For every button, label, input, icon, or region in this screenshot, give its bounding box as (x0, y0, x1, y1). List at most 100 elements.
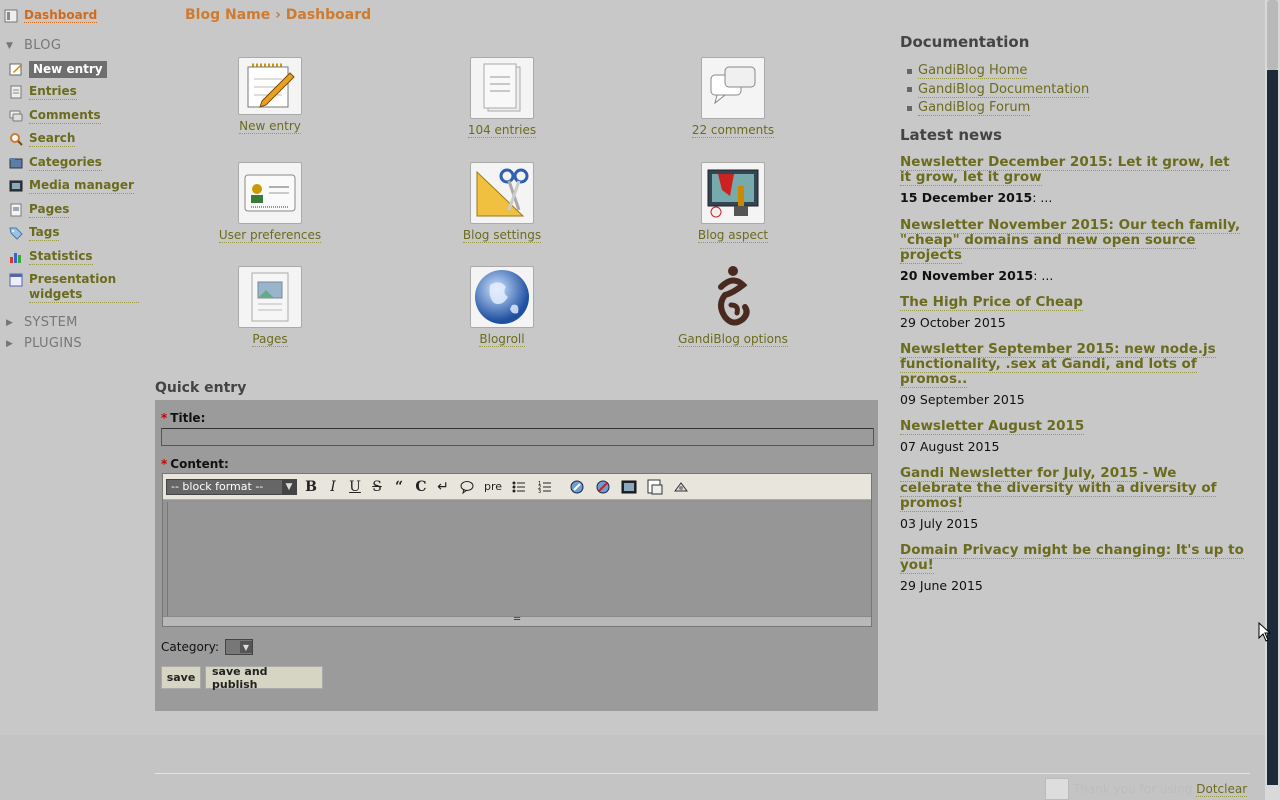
code-button[interactable]: C (413, 479, 429, 495)
media-insert-icon[interactable] (645, 479, 665, 495)
svg-text:3: 3 (538, 489, 541, 494)
strikethrough-button[interactable]: S (369, 479, 385, 495)
news-date: 20 November 2015: ... (900, 268, 1054, 283)
sidebar-item-search[interactable]: Search (9, 131, 76, 147)
unlink-icon[interactable] (593, 479, 613, 495)
dotclear-link[interactable]: Dotclear (1196, 782, 1248, 797)
chevron-down-icon: ▼ (239, 641, 252, 653)
category-select[interactable]: ▼ (224, 639, 253, 655)
sidebar-item-new-entry[interactable]: New entry (9, 61, 107, 78)
notepad-pencil-icon (238, 57, 302, 115)
vertical-scrollbar[interactable] (1265, 0, 1280, 800)
news-date: 15 December 2015: ... (900, 190, 1053, 205)
bulleted-list-icon[interactable] (509, 479, 529, 495)
quote-button[interactable]: “ (391, 479, 407, 495)
news-date: 29 October 2015 (900, 315, 1006, 330)
underline-button[interactable]: U (347, 479, 363, 495)
sidebar-item-categories[interactable]: Categories (9, 155, 102, 171)
bullet-icon (907, 87, 912, 93)
documentation-links: GandiBlog Home GandiBlog Documentation G… (907, 62, 1090, 118)
link-icon[interactable] (567, 479, 587, 495)
news-date: 29 June 2015 (900, 578, 983, 593)
dashboard-entries[interactable]: 104 entries (422, 57, 582, 138)
sidebar-item-entries[interactable]: Entries (9, 84, 77, 100)
news-item: Domain Privacy might be changing: It's u… (900, 542, 1245, 593)
dashboard-gandiblog-options[interactable]: GandiBlog options (653, 266, 813, 347)
sidebar-section-system[interactable]: ▶ SYSTEM (6, 315, 78, 330)
news-link[interactable]: Newsletter December 2015: Let it grow, l… (900, 154, 1230, 186)
dotclear-logo-icon (1045, 778, 1069, 800)
news-link[interactable]: Domain Privacy might be changing: It's u… (900, 542, 1244, 574)
dashboard-user-preferences[interactable]: User preferences (190, 162, 350, 243)
sidebar-item-comments[interactable]: Comments (9, 108, 101, 124)
breadcrumb-blog-name[interactable]: Blog Name (185, 7, 270, 23)
news-item: Gandi Newsletter for July, 2015 - We cel… (900, 465, 1245, 531)
sidebar-dashboard-link[interactable]: Dashboard (4, 8, 98, 23)
category-label: Category: (161, 640, 219, 654)
editor-resize-handle[interactable]: ═ (163, 615, 871, 626)
news-link[interactable]: Newsletter September 2015: new node.js f… (900, 341, 1216, 388)
news-link[interactable]: Gandi Newsletter for July, 2015 - We cel… (900, 465, 1217, 512)
sidebar: Dashboard ▼ BLOG New entry Entries Comme… (0, 0, 150, 740)
sidebar-item-media-manager[interactable]: Media manager (9, 178, 134, 194)
line-break-button[interactable]: ↵ (435, 479, 451, 495)
chevron-down-icon: ▼ (282, 479, 296, 494)
news-link[interactable]: The High Price of Cheap (900, 294, 1083, 311)
scrollbar-thumb[interactable] (1267, 0, 1278, 70)
dashboard-blog-aspect[interactable]: Blog aspect (653, 162, 813, 243)
page-title: Dashboard (285, 7, 372, 23)
scrollbar-track (1267, 70, 1278, 785)
dashboard-blog-settings[interactable]: Blog settings (422, 162, 582, 243)
dashboard-comments[interactable]: 22 comments (653, 57, 813, 138)
news-date: 03 July 2015 (900, 516, 979, 531)
quick-entry-heading: Quick entry (155, 380, 247, 396)
news-item: Newsletter November 2015: Our tech famil… (900, 217, 1245, 283)
news-date: 07 August 2015 (900, 439, 1000, 454)
numbered-list-icon[interactable]: 123 (535, 479, 555, 495)
news-date: 09 September 2015 (900, 392, 1025, 407)
block-format-select[interactable]: -- block format -- ▼ (166, 478, 297, 495)
categories-icon (9, 156, 23, 170)
news-item: Newsletter September 2015: new node.js f… (900, 341, 1245, 407)
triangle-down-icon: ▼ (6, 40, 14, 51)
bullet-icon (907, 68, 912, 74)
sidebar-item-pages[interactable]: Pages (9, 202, 70, 218)
save-button[interactable]: save (161, 666, 201, 689)
triangle-right-icon: ▶ (6, 338, 14, 349)
breadcrumb-separator: › (275, 7, 281, 23)
news-link[interactable]: Newsletter November 2015: Our tech famil… (900, 217, 1241, 264)
dashboard-new-entry[interactable]: New entry (190, 57, 350, 134)
page-image-icon (238, 266, 302, 328)
image-icon[interactable] (619, 479, 639, 495)
cleanup-icon[interactable] (671, 479, 691, 495)
content-editor: -- block format -- ▼ B I U S “ C ↵ pre 1… (162, 473, 872, 627)
sidebar-item-tags[interactable]: Tags (9, 225, 60, 241)
save-and-publish-button[interactable]: save and publish (205, 665, 323, 691)
speech-bubble-icon[interactable] (457, 479, 477, 495)
ruler-scissors-icon (470, 162, 534, 224)
content-label: * Content: (161, 457, 229, 471)
sidebar-section-blog[interactable]: ▼ BLOG (6, 38, 61, 53)
italic-button[interactable]: I (325, 479, 341, 495)
paint-monitor-icon (701, 162, 765, 224)
footer-thanks: Thank you for using (1073, 782, 1193, 796)
footer-divider (155, 773, 1250, 774)
dashboard-pages[interactable]: Pages (190, 266, 350, 347)
news-link[interactable]: Newsletter August 2015 (900, 418, 1085, 435)
doc-link-home[interactable]: GandiBlog Home (918, 63, 1028, 80)
document-stack-icon (470, 57, 534, 119)
content-textarea[interactable] (167, 502, 871, 618)
mouse-cursor-icon (1258, 621, 1272, 645)
title-input[interactable] (161, 428, 874, 446)
doc-link-documentation[interactable]: GandiBlog Documentation (918, 82, 1090, 98)
doc-link-forum[interactable]: GandiBlog Forum (918, 100, 1031, 117)
media-icon (9, 179, 23, 193)
bold-button[interactable]: B (303, 479, 319, 495)
preformatted-button[interactable]: pre (483, 479, 503, 495)
comments-icon (9, 109, 23, 123)
sidebar-item-presentation-widgets[interactable]: Presentation widgets (9, 272, 139, 303)
sidebar-section-plugins[interactable]: ▶ PLUGINS (6, 336, 82, 351)
dashboard-blogroll[interactable]: Blogroll (422, 266, 582, 347)
sidebar-item-statistics[interactable]: Statistics (9, 249, 93, 265)
triangle-right-icon: ▶ (6, 317, 14, 328)
